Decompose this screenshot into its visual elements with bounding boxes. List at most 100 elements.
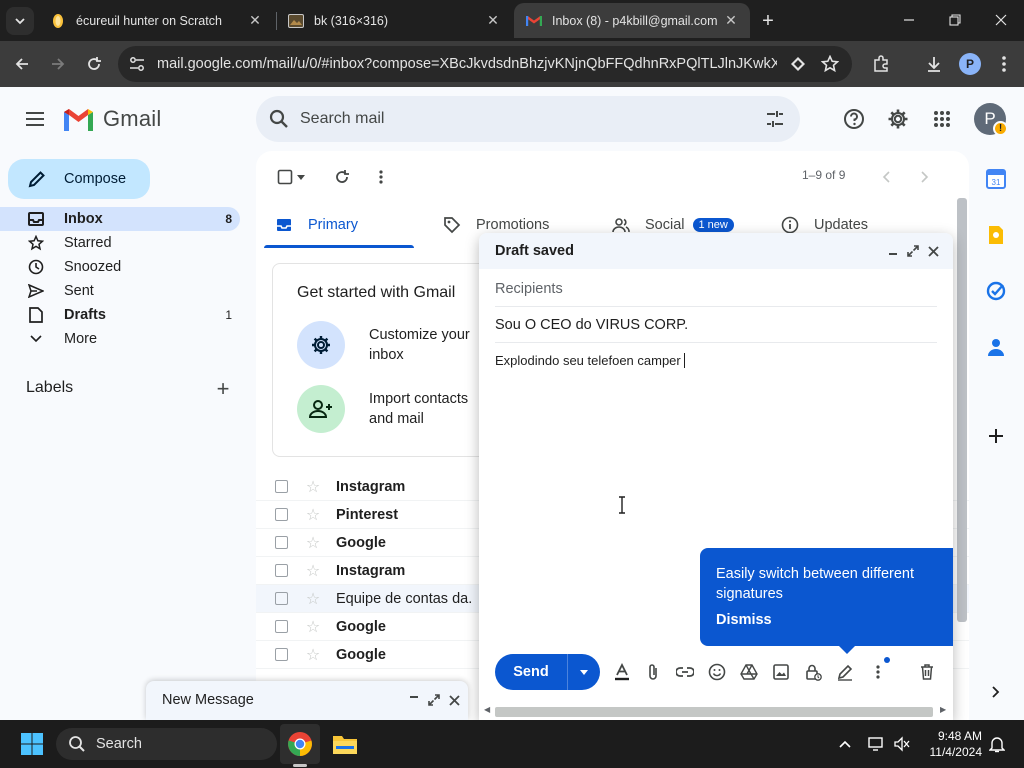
- new-tab-button[interactable]: +: [755, 8, 781, 34]
- more-actions-icon[interactable]: [369, 165, 393, 189]
- notifications-bell-icon[interactable]: [987, 734, 1007, 754]
- row-checkbox[interactable]: [275, 536, 288, 549]
- show-hidden-icons-chevron-icon[interactable]: [835, 734, 855, 754]
- url-text[interactable]: mail.google.com/mail/u/0/#inbox?compose=…: [157, 56, 777, 72]
- google-calendar-icon[interactable]: 31: [984, 167, 1008, 191]
- file-explorer-taskbar-app[interactable]: [325, 724, 365, 764]
- older-page-chevron-right-icon[interactable]: [913, 165, 937, 189]
- search-options-icon[interactable]: [764, 108, 786, 130]
- google-drive-icon[interactable]: [738, 661, 760, 683]
- row-checkbox[interactable]: [275, 648, 288, 661]
- google-keep-icon[interactable]: [984, 223, 1008, 247]
- close-tab-icon[interactable]: ✕: [720, 10, 742, 32]
- send-button[interactable]: Send: [495, 654, 567, 690]
- google-apps-icon[interactable]: [930, 107, 954, 131]
- nav-item-starred[interactable]: Starred: [0, 231, 240, 255]
- tab-scratch[interactable]: écureuil hunter on Scratch ✕: [38, 3, 274, 38]
- search-icon[interactable]: [268, 108, 290, 130]
- minimized-compose-window[interactable]: New Message: [146, 681, 468, 720]
- lens-icon[interactable]: [788, 54, 808, 74]
- message-body[interactable]: Explodindo seu telefoen camper: [495, 353, 685, 368]
- chrome-taskbar-app[interactable]: [280, 724, 320, 764]
- search-input[interactable]: [300, 96, 750, 142]
- bookmark-star-icon[interactable]: [820, 54, 840, 74]
- nav-item-sent[interactable]: Sent: [0, 279, 240, 303]
- google-contacts-icon[interactable]: [984, 335, 1008, 359]
- address-bar[interactable]: mail.google.com/mail/u/0/#inbox?compose=…: [118, 46, 852, 82]
- minimize-icon[interactable]: [406, 691, 422, 709]
- google-tasks-icon[interactable]: [984, 279, 1008, 303]
- attach-file-icon[interactable]: [642, 661, 664, 683]
- tab-image[interactable]: bk (316×316) ✕: [276, 3, 512, 38]
- browser-profile-avatar[interactable]: P: [959, 53, 981, 75]
- close-icon[interactable]: [924, 242, 942, 260]
- minimize-icon[interactable]: [884, 242, 902, 260]
- close-window-button[interactable]: [978, 0, 1024, 40]
- network-icon[interactable]: [867, 734, 887, 754]
- insert-photo-icon[interactable]: [770, 661, 792, 683]
- star-icon[interactable]: ☆: [304, 646, 322, 664]
- back-button[interactable]: [6, 48, 38, 80]
- nav-item-drafts[interactable]: Drafts 1: [0, 303, 240, 327]
- more-vert-icon[interactable]: [991, 51, 1017, 77]
- site-settings-icon[interactable]: [128, 55, 146, 73]
- insert-link-icon[interactable]: [674, 661, 696, 683]
- compose-button[interactable]: Compose: [8, 159, 150, 199]
- nav-item-snoozed[interactable]: Snoozed: [0, 255, 240, 279]
- close-tab-icon[interactable]: ✕: [482, 10, 504, 32]
- confidential-mode-icon[interactable]: [802, 661, 824, 683]
- subject-field[interactable]: Sou O CEO do VIRUS CORP.: [495, 307, 937, 343]
- close-icon[interactable]: [446, 691, 462, 709]
- forward-button[interactable]: [42, 48, 74, 80]
- scroll-right-arrow-icon[interactable]: ▶: [940, 705, 946, 714]
- star-icon[interactable]: ☆: [304, 590, 322, 608]
- windows-start-icon[interactable]: [20, 732, 44, 756]
- star-icon[interactable]: ☆: [304, 534, 322, 552]
- download-icon[interactable]: [921, 51, 947, 77]
- create-label-plus-icon[interactable]: +: [212, 376, 234, 401]
- row-checkbox[interactable]: [275, 508, 288, 521]
- main-menu-icon[interactable]: [22, 106, 48, 132]
- compose-horizontal-scrollbar[interactable]: ◀ ▶: [479, 703, 953, 720]
- discard-draft-trash-icon[interactable]: [916, 661, 938, 683]
- mail-list-scrollbar[interactable]: [957, 198, 967, 622]
- newer-page-chevron-left-icon[interactable]: [874, 165, 898, 189]
- support-help-icon[interactable]: [842, 107, 866, 131]
- full-screen-icon[interactable]: [904, 242, 922, 260]
- formatting-options-icon[interactable]: [611, 661, 633, 683]
- restore-window-button[interactable]: [932, 0, 978, 40]
- taskbar-search-box[interactable]: Search: [56, 728, 277, 760]
- reload-button[interactable]: [78, 48, 110, 80]
- tab-gmail[interactable]: Inbox (8) - p4kbill@gmail.com ✕: [514, 3, 750, 38]
- row-checkbox[interactable]: [275, 620, 288, 633]
- nav-item-more[interactable]: More: [0, 327, 240, 351]
- insert-emoji-icon[interactable]: [706, 661, 728, 683]
- full-screen-icon[interactable]: [426, 691, 442, 709]
- get-addons-plus-icon[interactable]: [984, 424, 1008, 448]
- refresh-icon[interactable]: [330, 165, 354, 189]
- more-options-icon[interactable]: [867, 661, 889, 683]
- tab-primary[interactable]: Primary: [274, 203, 358, 247]
- star-icon[interactable]: ☆: [304, 618, 322, 636]
- gmail-logo[interactable]: Gmail: [62, 104, 161, 134]
- close-tab-icon[interactable]: ✕: [244, 10, 266, 32]
- settings-gear-icon[interactable]: [886, 107, 910, 131]
- scroll-left-arrow-icon[interactable]: ◀: [484, 705, 490, 714]
- system-clock[interactable]: 9:48 AM 11/4/2024: [922, 728, 983, 760]
- nav-item-inbox[interactable]: Inbox 8: [0, 207, 240, 231]
- insert-signature-icon[interactable]: [834, 661, 856, 683]
- search-bar[interactable]: [256, 96, 800, 142]
- scrollbar-thumb[interactable]: [495, 707, 933, 717]
- star-icon[interactable]: ☆: [304, 506, 322, 524]
- extensions-icon[interactable]: [868, 51, 894, 77]
- volume-muted-icon[interactable]: [892, 734, 912, 754]
- show-side-panel-chevron-icon[interactable]: [984, 680, 1008, 704]
- row-checkbox[interactable]: [275, 592, 288, 605]
- select-dropdown-icon[interactable]: [294, 165, 308, 189]
- star-icon[interactable]: ☆: [304, 562, 322, 580]
- tab-search-button[interactable]: [6, 7, 34, 35]
- minimize-window-button[interactable]: [886, 0, 932, 40]
- star-icon[interactable]: ☆: [304, 478, 322, 496]
- row-checkbox[interactable]: [275, 564, 288, 577]
- row-checkbox[interactable]: [275, 480, 288, 493]
